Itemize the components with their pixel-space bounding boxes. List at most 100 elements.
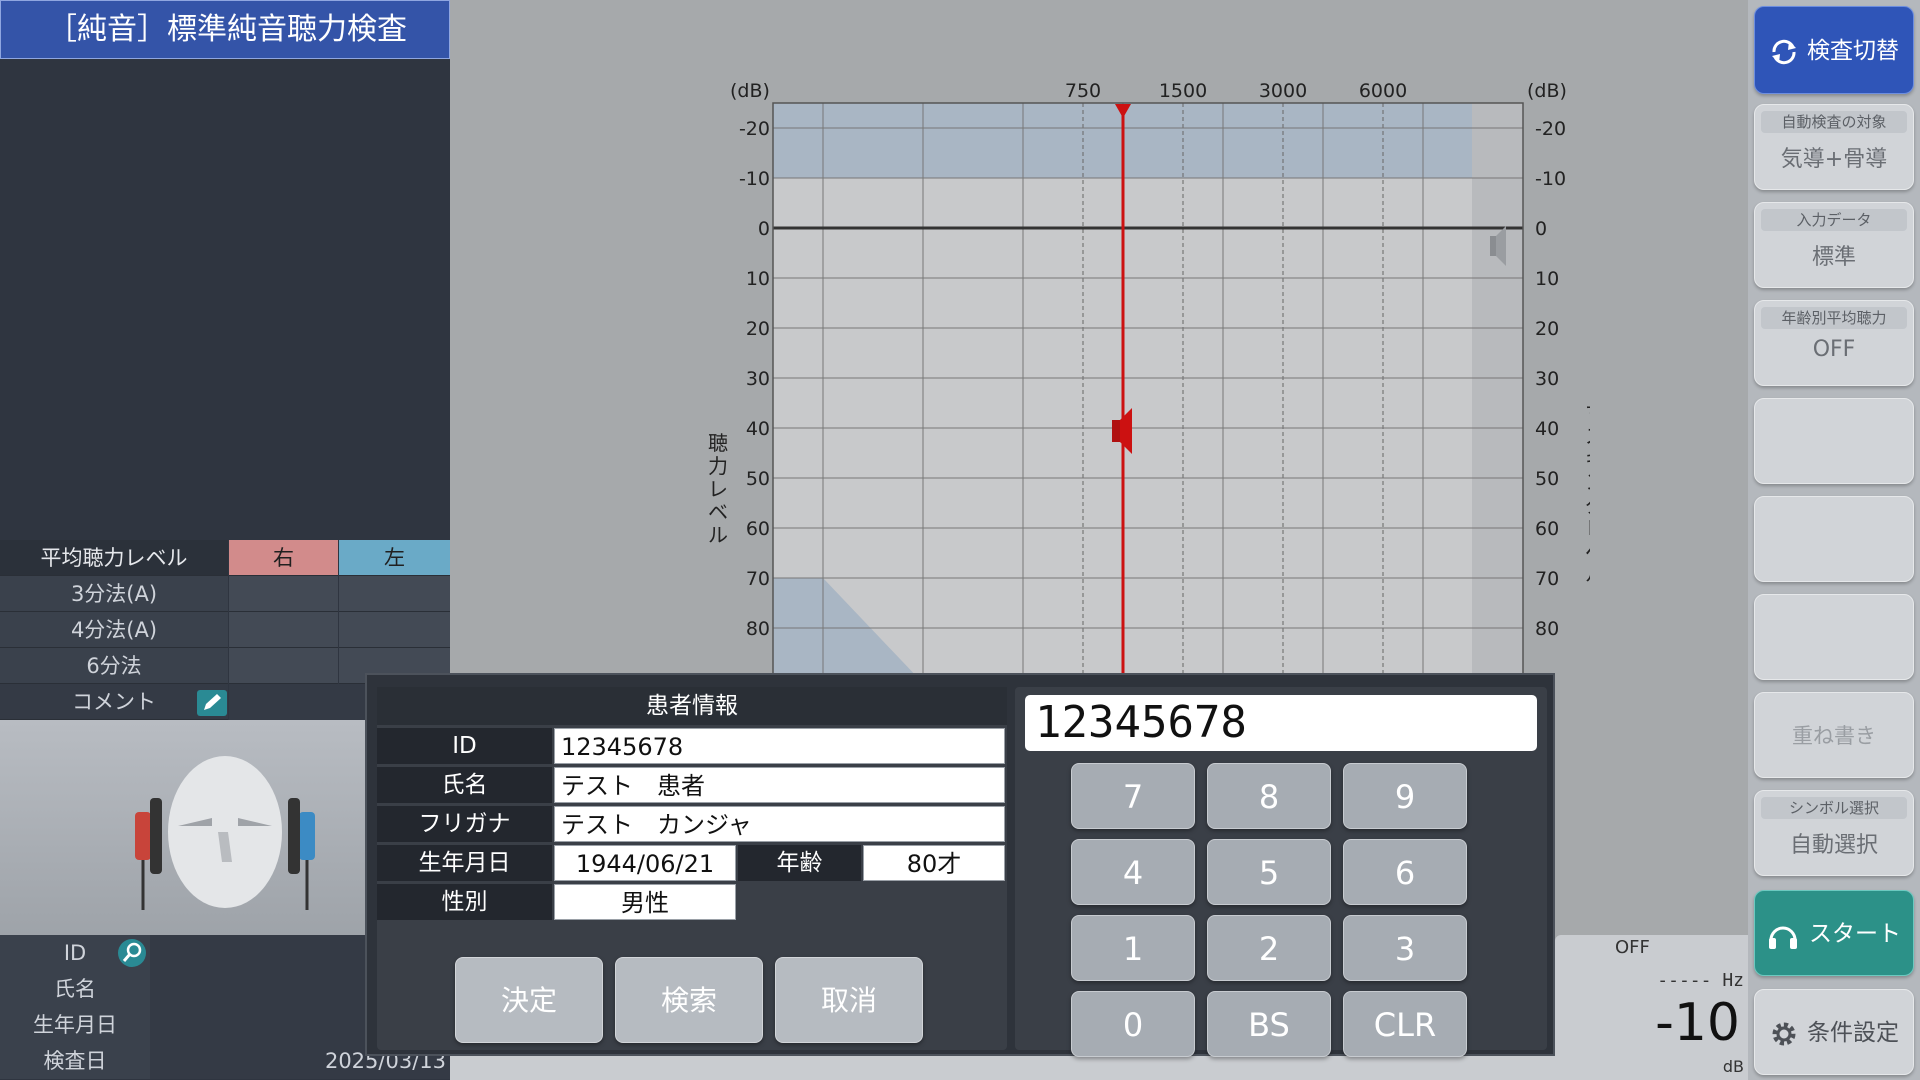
db-tick-label: 80	[1535, 618, 1559, 640]
input-data-button[interactable]: 入力データ 標準	[1754, 202, 1914, 288]
db-tick-label: -20	[739, 118, 770, 140]
db-tick-label: 60	[1535, 518, 1559, 540]
db-tick-label: 30	[1535, 368, 1559, 390]
sex-field[interactable]: 男性	[554, 884, 736, 920]
empty-button[interactable]	[1754, 496, 1914, 582]
settings-label: 条件設定	[1807, 1020, 1899, 1046]
input-data-label: 入力データ	[1761, 209, 1907, 231]
settings-button[interactable]: 条件設定	[1754, 989, 1914, 1075]
id-search-button[interactable]	[118, 939, 146, 967]
cancel-button[interactable]: 取消	[775, 957, 923, 1043]
pencil-icon	[204, 694, 221, 710]
db-unit: dB	[1722, 1057, 1744, 1076]
db-unit-right: (dB)	[1527, 80, 1567, 102]
db-tick-label: 0	[758, 218, 770, 240]
db-readout: -10	[1655, 993, 1740, 1053]
age-field-label: 年齢	[738, 845, 861, 881]
keypad-key-0[interactable]: 0	[1071, 991, 1195, 1057]
keypad-key-3[interactable]: 3	[1343, 915, 1467, 981]
name-field[interactable]: テスト 患者	[554, 767, 1005, 803]
keypad-key-6[interactable]: 6	[1343, 839, 1467, 905]
headphones-icon	[1769, 926, 1797, 949]
refresh-icon	[1772, 39, 1796, 64]
start-button[interactable]: スタート	[1754, 890, 1914, 976]
keypad-key-clr[interactable]: CLR	[1343, 991, 1467, 1057]
db-tick-label: 70	[1535, 568, 1559, 590]
age-average-value: OFF	[1812, 337, 1856, 362]
empty-button[interactable]	[1754, 398, 1914, 484]
avg-row-right	[229, 612, 338, 648]
avg-row-right	[229, 576, 338, 612]
furigana-field-label: フリガナ	[377, 806, 552, 842]
avg-row-label: 6分法	[0, 648, 228, 684]
symbol-select-label: シンボル選択	[1761, 797, 1907, 819]
auto-target-label: 自動検査の対象	[1761, 111, 1907, 133]
id-field[interactable]: 12345678	[554, 728, 1005, 764]
db-tick-label: -20	[1535, 118, 1566, 140]
right-panel: 検査切替 自動検査の対象 気導+骨導 入力データ 標準 年齢別平均聴力 OFF …	[1748, 0, 1920, 1080]
db-tick-label: -10	[739, 168, 770, 190]
name-label: 氏名	[0, 971, 150, 1007]
empty-button[interactable]	[1754, 594, 1914, 680]
hz-readout: ----- Hz	[1657, 970, 1744, 991]
db-tick-label: 50	[746, 468, 770, 490]
comment-edit-button[interactable]	[197, 690, 227, 716]
bottom-strip	[450, 1055, 1748, 1080]
input-data-value: 標準	[1811, 245, 1856, 270]
keypad-key-2[interactable]: 2	[1207, 915, 1331, 981]
gear-icon	[1772, 1022, 1796, 1045]
keypad-key-7[interactable]: 7	[1071, 763, 1195, 829]
overwrite-button[interactable]: 重ね書き	[1754, 692, 1914, 778]
db-tick-label: 10	[1535, 268, 1559, 290]
exam-date-label: 検査日	[0, 1043, 150, 1079]
age-average-button[interactable]: 年齢別平均聴力 OFF	[1754, 300, 1914, 386]
db-tick-label: 30	[746, 368, 770, 390]
db-tick-label: 0	[1535, 218, 1547, 240]
keypad-display: 12345678	[1025, 695, 1537, 751]
avg-row-label: 3分法(A)	[0, 576, 228, 612]
freq-label: 6000	[1359, 80, 1407, 102]
page-title: ［純音］標準純音聴力検査	[0, 0, 450, 59]
patient-info-dialog: 患者情報 ID 12345678 氏名 テスト 患者 フリガナ テスト カンジャ…	[365, 673, 1555, 1057]
search-icon	[122, 942, 142, 962]
avg-row-left	[339, 576, 450, 612]
age-field: 80才	[863, 845, 1005, 881]
db-tick-label: 10	[746, 268, 770, 290]
keypad-key-9[interactable]: 9	[1343, 763, 1467, 829]
db-tick-label: 20	[746, 318, 770, 340]
db-ticks-left: -20 -10 0 10 20 30 40 50 60 70 80	[739, 118, 770, 640]
level-readout: OFF ----- Hz -10 dB	[1555, 935, 1748, 1080]
furigana-field[interactable]: テスト カンジャ	[554, 806, 1005, 842]
keypad-key-8[interactable]: 8	[1207, 763, 1331, 829]
dialog-title: 患者情報	[377, 687, 1007, 725]
db-ticks-right: -20 -10 0 10 20 30 40 50 60 70 80	[1535, 118, 1566, 640]
keypad-key-5[interactable]: 5	[1207, 839, 1331, 905]
dob-field-label: 生年月日	[377, 845, 552, 881]
sex-field-label: 性別	[377, 884, 552, 920]
patient-info-form: 患者情報 ID 12345678 氏名 テスト 患者 フリガナ テスト カンジャ…	[377, 687, 1007, 1050]
avg-header-left: 左	[339, 540, 450, 576]
dob-field[interactable]: 1944/06/21	[554, 845, 736, 881]
switch-exam-button[interactable]: 検査切替	[1754, 6, 1914, 94]
ok-button[interactable]: 決定	[455, 957, 603, 1043]
db-tick-label: 50	[1535, 468, 1559, 490]
keypad-key-1[interactable]: 1	[1071, 915, 1195, 981]
masking-off-label: OFF	[1615, 937, 1650, 958]
audiogram-chart: (dB) (dB) 750 1500 3000 6000 -20 -10 0 10 20…	[708, 80, 1590, 680]
freq-label: 1500	[1159, 80, 1207, 102]
search-button[interactable]: 検索	[615, 957, 763, 1043]
avg-header-right: 右	[229, 540, 338, 576]
id-field-label: ID	[377, 728, 552, 764]
symbol-select-button[interactable]: シンボル選択 自動選択	[1754, 790, 1914, 876]
right-axis-label: マスキングレベル	[1585, 401, 1590, 586]
left-axis-label: 聴力レベル	[708, 431, 728, 547]
frequency-labels: 750 1500 3000 6000	[1065, 80, 1407, 102]
start-label: スタート	[1809, 921, 1901, 947]
db-tick-label: 70	[746, 568, 770, 590]
avg-row-left	[339, 612, 450, 648]
avg-header-label: 平均聴力レベル	[0, 540, 228, 576]
freq-label: 3000	[1259, 80, 1307, 102]
auto-target-button[interactable]: 自動検査の対象 気導+骨導	[1754, 104, 1914, 190]
keypad-key-4[interactable]: 4	[1071, 839, 1195, 905]
keypad-key-bs[interactable]: BS	[1207, 991, 1331, 1057]
